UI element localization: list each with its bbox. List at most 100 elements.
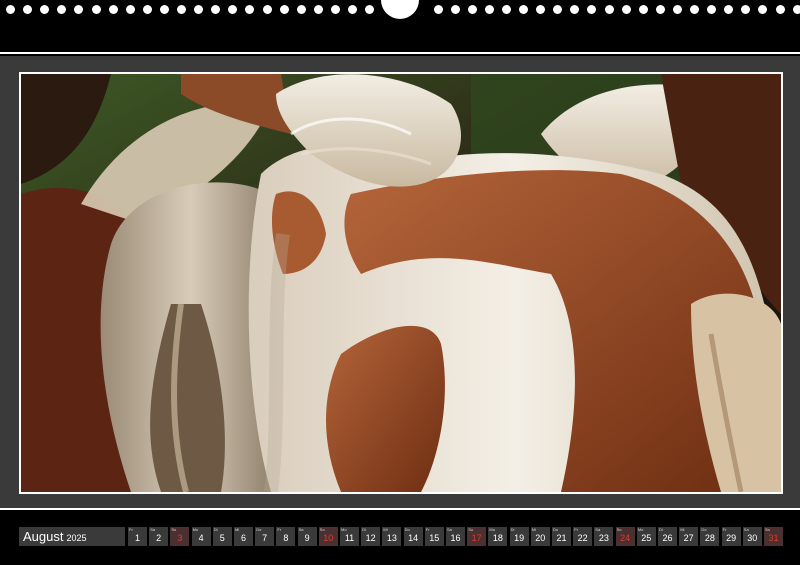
binding-hole — [330, 5, 340, 14]
binding-hole — [194, 5, 204, 14]
binding-hole — [672, 5, 682, 14]
binding-hole — [553, 5, 563, 14]
day-number: 23 — [598, 533, 609, 543]
binding-hole — [792, 5, 800, 14]
binding-hole — [365, 5, 375, 14]
binding-hole — [159, 5, 169, 14]
day-cell: Di 5 — [212, 527, 232, 546]
binding-hole — [74, 5, 84, 14]
binding-hole — [40, 5, 50, 14]
day-cell: Do 21 — [552, 527, 571, 546]
day-number: 29 — [726, 533, 737, 543]
binding-hole — [655, 5, 665, 14]
day-cell: Mo 25 — [636, 527, 656, 546]
day-number: 18 — [492, 533, 503, 543]
binding-hole — [296, 5, 306, 14]
day-cell: So 17 — [467, 527, 487, 546]
bottom-rule — [0, 508, 800, 510]
day-cell: Do 7 — [255, 527, 275, 546]
day-cell: Fr 8 — [276, 527, 296, 546]
day-number: 25 — [641, 533, 652, 543]
binding-hole — [23, 5, 33, 14]
binding-hole — [57, 5, 67, 14]
day-cell: Sa 30 — [742, 527, 762, 546]
month-year: 2025 — [66, 533, 87, 543]
day-cell: Di 12 — [361, 527, 381, 546]
day-number: 31 — [768, 533, 779, 543]
day-cell: Mo 18 — [488, 527, 508, 546]
day-number: 17 — [471, 533, 482, 543]
day-cell: So 10 — [318, 527, 338, 546]
binding-hole — [604, 5, 614, 14]
day-number: 21 — [556, 533, 567, 543]
day-number: 20 — [535, 533, 546, 543]
binding-hole — [450, 5, 460, 14]
day-number: 26 — [662, 533, 673, 543]
binding-hole — [519, 5, 528, 14]
month-name: August — [23, 529, 64, 544]
binding-hole — [484, 5, 494, 14]
binding-hole — [501, 5, 511, 14]
day-number: 30 — [747, 533, 758, 543]
day-cell: Do 14 — [403, 527, 423, 546]
binding-hole — [775, 5, 785, 14]
day-cell: Mi 20 — [530, 527, 550, 546]
day-number: 27 — [683, 533, 694, 543]
day-number: 10 — [323, 533, 334, 543]
binding-hole — [228, 5, 238, 14]
binding-hole — [433, 5, 443, 14]
day-cell: Sa 23 — [594, 527, 614, 546]
day-cell: Fr 1 — [128, 527, 147, 546]
day-number: 19 — [514, 533, 525, 543]
day-number: 1 — [134, 533, 140, 543]
day-cell: Di 19 — [509, 527, 529, 546]
day-number: 24 — [620, 533, 631, 543]
day-cell: Sa 16 — [446, 527, 465, 546]
binding-hole — [707, 5, 717, 14]
binding-hole — [262, 5, 272, 14]
day-number: 4 — [198, 533, 204, 543]
day-number: 6 — [240, 533, 246, 543]
binding-hole — [177, 5, 186, 14]
binding-hole — [536, 5, 546, 14]
day-cell: Sa 2 — [149, 527, 169, 546]
day-number: 22 — [577, 533, 588, 543]
binding-hole — [6, 5, 15, 14]
day-number: 9 — [304, 533, 310, 543]
top-rule — [0, 52, 800, 54]
day-number: 3 — [177, 533, 183, 543]
day-cell: So 24 — [615, 527, 635, 546]
binding-hole — [467, 5, 477, 14]
day-number: 8 — [283, 533, 289, 543]
binding-hole — [91, 5, 101, 14]
day-cell: Mi 13 — [382, 527, 402, 546]
binding-hole — [587, 5, 597, 14]
binding-hole — [724, 5, 734, 14]
day-cell: Sa 9 — [297, 527, 317, 546]
day-number: 12 — [365, 533, 376, 543]
day-cell: Fr 22 — [573, 527, 593, 546]
day-cell: Do 28 — [700, 527, 720, 546]
day-cell: Di 26 — [658, 527, 677, 546]
day-cell: Fr 29 — [721, 527, 741, 546]
binding-hole — [279, 5, 289, 14]
day-number: 28 — [704, 533, 715, 543]
day-number: 11 — [344, 533, 355, 543]
day-number: 7 — [262, 533, 268, 543]
binding-hole — [211, 5, 221, 14]
day-number: 15 — [429, 533, 440, 543]
spiral-binding — [0, 0, 800, 20]
day-number: 5 — [219, 533, 225, 543]
day-cell: So 31 — [764, 527, 783, 546]
binding-hole — [741, 5, 751, 14]
horse-photo — [19, 72, 783, 494]
month-label: August 2025 — [19, 527, 125, 546]
day-cell: Mi 6 — [234, 527, 253, 546]
day-number: 13 — [386, 533, 397, 543]
day-number: 14 — [408, 533, 419, 543]
day-number: 2 — [156, 533, 162, 543]
day-cell: Fr 15 — [424, 527, 444, 546]
binding-hole — [125, 5, 135, 14]
binding-hole — [690, 5, 699, 14]
day-cell: Mo 11 — [340, 527, 359, 546]
